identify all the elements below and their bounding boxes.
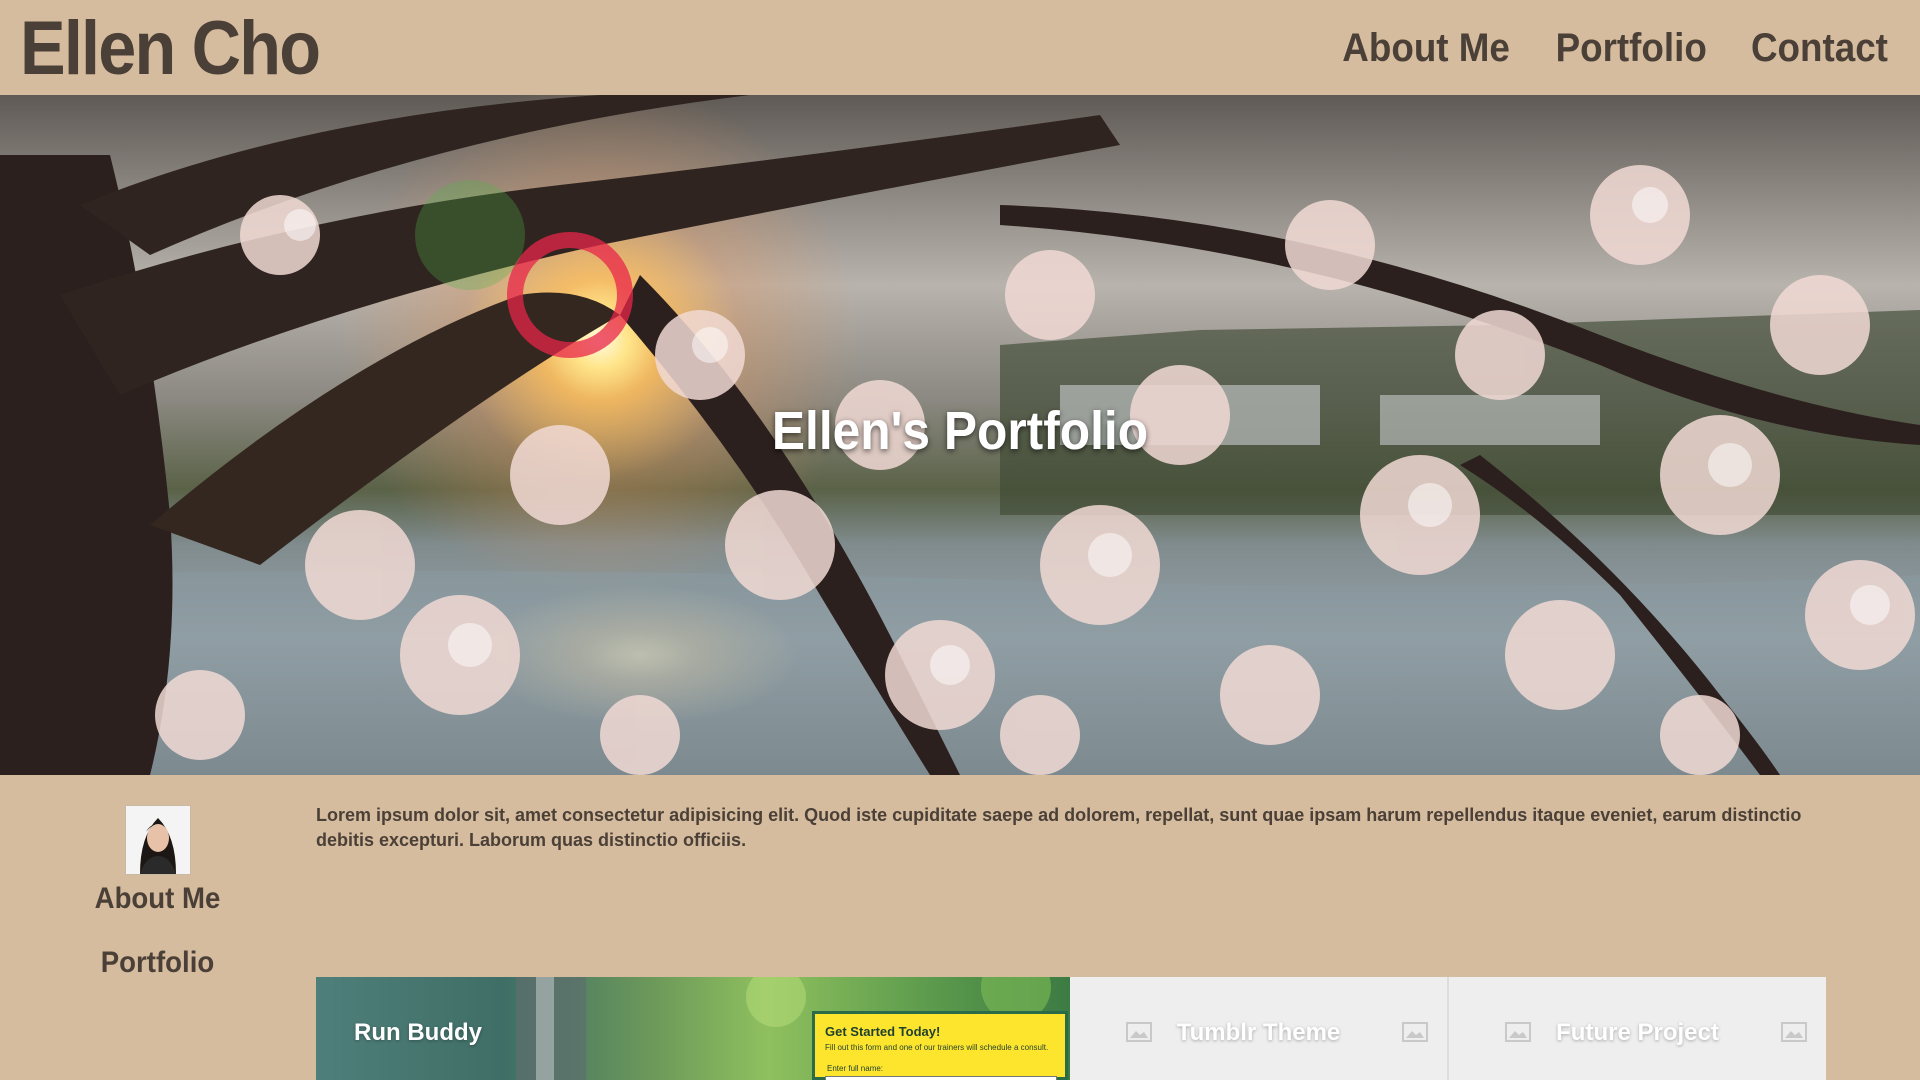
profile-photo	[125, 806, 190, 874]
card-title-tumblr-theme: Tumblr Theme	[1176, 1019, 1341, 1046]
hero-title: Ellen's Portfolio	[771, 401, 1149, 461]
image-placeholder-icon	[1402, 1022, 1428, 1042]
card-title-run-buddy: Run Buddy	[354, 1019, 482, 1046]
about-paragraph: Lorem ipsum dolor sit, amet consectetur …	[316, 805, 1802, 850]
nav-portfolio[interactable]: Portfolio	[1555, 22, 1706, 74]
form-input	[825, 1076, 1057, 1080]
portfolio-card-tumblr-theme[interactable]: Tumblr Theme	[1070, 977, 1447, 1080]
nav-about-me[interactable]: About Me	[1342, 22, 1510, 74]
top-nav: About Me Portfolio Contact	[1335, 22, 1895, 74]
image-placeholder-icon	[1781, 1022, 1807, 1042]
form-label: Enter full name:	[827, 1064, 884, 1073]
portfolio-card-future-project[interactable]: Future Project	[1447, 977, 1826, 1080]
avatar	[124, 805, 191, 875]
portfolio-card-run-buddy[interactable]: Run Buddy Get Started Today! Fill out th…	[316, 977, 1070, 1080]
signup-form-preview: Get Started Today! Fill out this form an…	[812, 1011, 1068, 1080]
nav-contact[interactable]: Contact	[1751, 22, 1888, 74]
site-title[interactable]: Ellen Cho	[20, 6, 321, 92]
hero-banner: Ellen's Portfolio	[0, 95, 1920, 775]
portfolio-cards: Run Buddy Get Started Today! Fill out th…	[316, 977, 1826, 1080]
sidebar-item-portfolio[interactable]: Portfolio	[77, 945, 238, 981]
site-header: Ellen Cho About Me Portfolio Contact	[0, 0, 1920, 95]
form-title: Get Started Today!	[825, 1024, 941, 1039]
form-subtitle: Fill out this form and one of our traine…	[825, 1043, 1049, 1052]
sidebar: About Me Portfolio	[70, 805, 245, 1009]
card-title-future-project: Future Project	[1556, 1019, 1719, 1046]
sidebar-item-about-me[interactable]: About Me	[77, 881, 238, 917]
